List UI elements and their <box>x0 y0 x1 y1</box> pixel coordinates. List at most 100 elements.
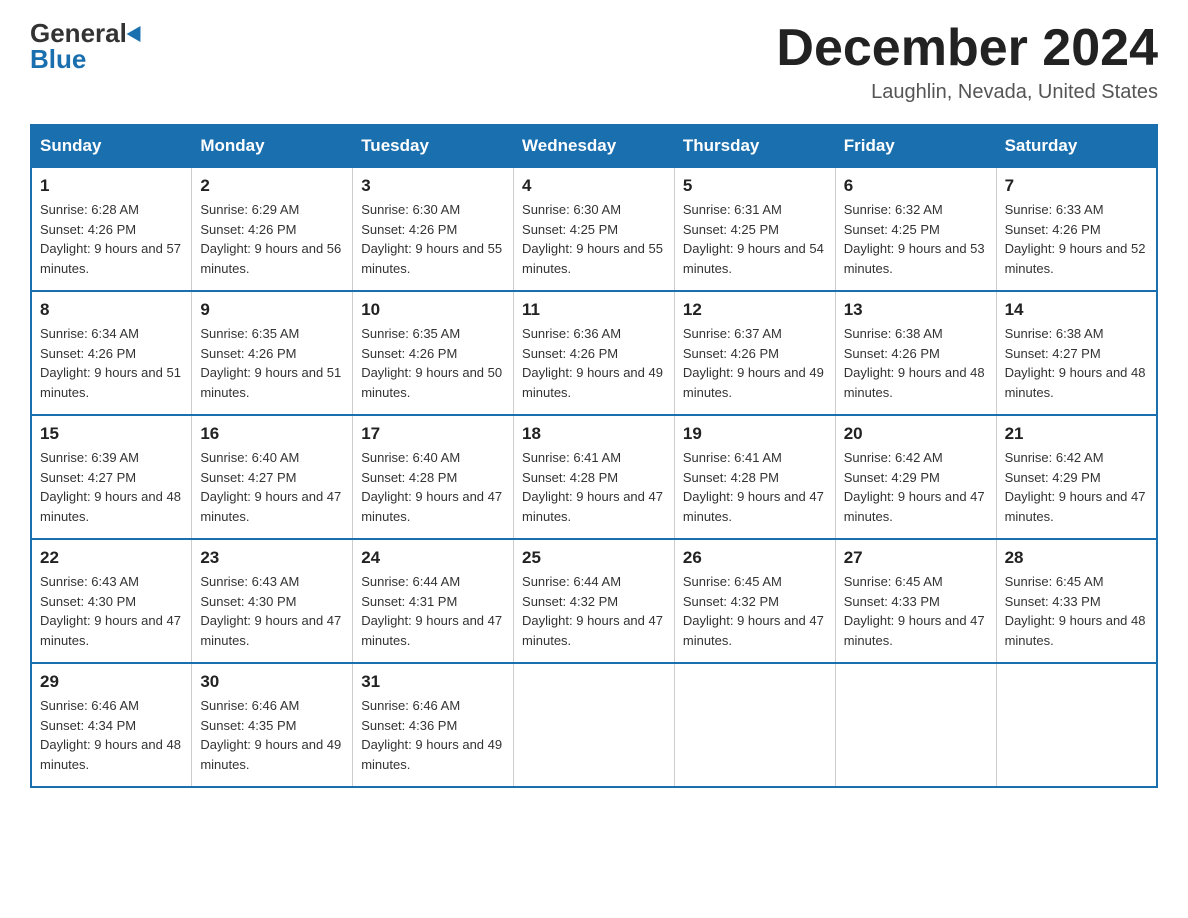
logo-triangle-icon <box>126 22 147 42</box>
calendar-week-row: 29 Sunrise: 6:46 AMSunset: 4:34 PMDaylig… <box>31 663 1157 787</box>
logo-blue: Blue <box>30 46 86 72</box>
day-info: Sunrise: 6:31 AMSunset: 4:25 PMDaylight:… <box>683 202 824 276</box>
day-info: Sunrise: 6:37 AMSunset: 4:26 PMDaylight:… <box>683 326 824 400</box>
day-number: 13 <box>844 300 988 320</box>
calendar-week-row: 1 Sunrise: 6:28 AMSunset: 4:26 PMDayligh… <box>31 167 1157 291</box>
day-info: Sunrise: 6:40 AMSunset: 4:27 PMDaylight:… <box>200 450 341 524</box>
calendar-week-row: 22 Sunrise: 6:43 AMSunset: 4:30 PMDaylig… <box>31 539 1157 663</box>
day-info: Sunrise: 6:34 AMSunset: 4:26 PMDaylight:… <box>40 326 181 400</box>
header-tuesday: Tuesday <box>353 125 514 167</box>
day-info: Sunrise: 6:42 AMSunset: 4:29 PMDaylight:… <box>844 450 985 524</box>
day-info: Sunrise: 6:36 AMSunset: 4:26 PMDaylight:… <box>522 326 663 400</box>
table-row: 9 Sunrise: 6:35 AMSunset: 4:26 PMDayligh… <box>192 291 353 415</box>
table-row: 22 Sunrise: 6:43 AMSunset: 4:30 PMDaylig… <box>31 539 192 663</box>
logo-general: General <box>30 20 127 46</box>
day-info: Sunrise: 6:43 AMSunset: 4:30 PMDaylight:… <box>200 574 341 648</box>
table-row: 30 Sunrise: 6:46 AMSunset: 4:35 PMDaylig… <box>192 663 353 787</box>
day-number: 4 <box>522 176 666 196</box>
day-number: 11 <box>522 300 666 320</box>
header-wednesday: Wednesday <box>514 125 675 167</box>
table-row: 24 Sunrise: 6:44 AMSunset: 4:31 PMDaylig… <box>353 539 514 663</box>
table-row: 10 Sunrise: 6:35 AMSunset: 4:26 PMDaylig… <box>353 291 514 415</box>
day-number: 25 <box>522 548 666 568</box>
day-number: 1 <box>40 176 183 196</box>
calendar-title: December 2024 <box>776 20 1158 77</box>
table-row: 11 Sunrise: 6:36 AMSunset: 4:26 PMDaylig… <box>514 291 675 415</box>
day-info: Sunrise: 6:33 AMSunset: 4:26 PMDaylight:… <box>1005 202 1146 276</box>
table-row: 14 Sunrise: 6:38 AMSunset: 4:27 PMDaylig… <box>996 291 1157 415</box>
day-number: 23 <box>200 548 344 568</box>
day-number: 29 <box>40 672 183 692</box>
calendar-week-row: 8 Sunrise: 6:34 AMSunset: 4:26 PMDayligh… <box>31 291 1157 415</box>
day-info: Sunrise: 6:41 AMSunset: 4:28 PMDaylight:… <box>683 450 824 524</box>
table-row <box>996 663 1157 787</box>
day-info: Sunrise: 6:44 AMSunset: 4:31 PMDaylight:… <box>361 574 502 648</box>
weekday-header-row: Sunday Monday Tuesday Wednesday Thursday… <box>31 125 1157 167</box>
day-number: 14 <box>1005 300 1148 320</box>
table-row: 20 Sunrise: 6:42 AMSunset: 4:29 PMDaylig… <box>835 415 996 539</box>
day-info: Sunrise: 6:32 AMSunset: 4:25 PMDaylight:… <box>844 202 985 276</box>
header-sunday: Sunday <box>31 125 192 167</box>
table-row: 21 Sunrise: 6:42 AMSunset: 4:29 PMDaylig… <box>996 415 1157 539</box>
header-friday: Friday <box>835 125 996 167</box>
title-section: December 2024 Laughlin, Nevada, United S… <box>776 20 1158 104</box>
day-number: 30 <box>200 672 344 692</box>
table-row: 15 Sunrise: 6:39 AMSunset: 4:27 PMDaylig… <box>31 415 192 539</box>
day-number: 16 <box>200 424 344 444</box>
day-info: Sunrise: 6:42 AMSunset: 4:29 PMDaylight:… <box>1005 450 1146 524</box>
day-info: Sunrise: 6:39 AMSunset: 4:27 PMDaylight:… <box>40 450 181 524</box>
calendar-subtitle: Laughlin, Nevada, United States <box>776 81 1158 104</box>
table-row: 12 Sunrise: 6:37 AMSunset: 4:26 PMDaylig… <box>674 291 835 415</box>
table-row: 8 Sunrise: 6:34 AMSunset: 4:26 PMDayligh… <box>31 291 192 415</box>
table-row: 13 Sunrise: 6:38 AMSunset: 4:26 PMDaylig… <box>835 291 996 415</box>
table-row: 17 Sunrise: 6:40 AMSunset: 4:28 PMDaylig… <box>353 415 514 539</box>
day-info: Sunrise: 6:35 AMSunset: 4:26 PMDaylight:… <box>361 326 502 400</box>
table-row: 31 Sunrise: 6:46 AMSunset: 4:36 PMDaylig… <box>353 663 514 787</box>
day-number: 24 <box>361 548 505 568</box>
day-info: Sunrise: 6:28 AMSunset: 4:26 PMDaylight:… <box>40 202 181 276</box>
day-number: 19 <box>683 424 827 444</box>
table-row: 27 Sunrise: 6:45 AMSunset: 4:33 PMDaylig… <box>835 539 996 663</box>
table-row: 7 Sunrise: 6:33 AMSunset: 4:26 PMDayligh… <box>996 167 1157 291</box>
day-number: 28 <box>1005 548 1148 568</box>
day-info: Sunrise: 6:46 AMSunset: 4:35 PMDaylight:… <box>200 698 341 772</box>
table-row: 5 Sunrise: 6:31 AMSunset: 4:25 PMDayligh… <box>674 167 835 291</box>
table-row: 23 Sunrise: 6:43 AMSunset: 4:30 PMDaylig… <box>192 539 353 663</box>
day-info: Sunrise: 6:46 AMSunset: 4:34 PMDaylight:… <box>40 698 181 772</box>
header-thursday: Thursday <box>674 125 835 167</box>
table-row: 16 Sunrise: 6:40 AMSunset: 4:27 PMDaylig… <box>192 415 353 539</box>
day-number: 6 <box>844 176 988 196</box>
header-saturday: Saturday <box>996 125 1157 167</box>
day-number: 7 <box>1005 176 1148 196</box>
day-number: 5 <box>683 176 827 196</box>
table-row <box>835 663 996 787</box>
table-row: 6 Sunrise: 6:32 AMSunset: 4:25 PMDayligh… <box>835 167 996 291</box>
day-info: Sunrise: 6:38 AMSunset: 4:26 PMDaylight:… <box>844 326 985 400</box>
table-row: 2 Sunrise: 6:29 AMSunset: 4:26 PMDayligh… <box>192 167 353 291</box>
page-header: General Blue December 2024 Laughlin, Nev… <box>30 20 1158 104</box>
day-info: Sunrise: 6:35 AMSunset: 4:26 PMDaylight:… <box>200 326 341 400</box>
day-info: Sunrise: 6:45 AMSunset: 4:32 PMDaylight:… <box>683 574 824 648</box>
table-row: 18 Sunrise: 6:41 AMSunset: 4:28 PMDaylig… <box>514 415 675 539</box>
day-info: Sunrise: 6:30 AMSunset: 4:26 PMDaylight:… <box>361 202 502 276</box>
day-number: 9 <box>200 300 344 320</box>
table-row: 29 Sunrise: 6:46 AMSunset: 4:34 PMDaylig… <box>31 663 192 787</box>
day-number: 8 <box>40 300 183 320</box>
table-row: 19 Sunrise: 6:41 AMSunset: 4:28 PMDaylig… <box>674 415 835 539</box>
day-number: 10 <box>361 300 505 320</box>
calendar-week-row: 15 Sunrise: 6:39 AMSunset: 4:27 PMDaylig… <box>31 415 1157 539</box>
day-number: 2 <box>200 176 344 196</box>
day-info: Sunrise: 6:46 AMSunset: 4:36 PMDaylight:… <box>361 698 502 772</box>
day-number: 20 <box>844 424 988 444</box>
table-row: 28 Sunrise: 6:45 AMSunset: 4:33 PMDaylig… <box>996 539 1157 663</box>
day-number: 31 <box>361 672 505 692</box>
table-row <box>674 663 835 787</box>
table-row: 1 Sunrise: 6:28 AMSunset: 4:26 PMDayligh… <box>31 167 192 291</box>
table-row: 3 Sunrise: 6:30 AMSunset: 4:26 PMDayligh… <box>353 167 514 291</box>
day-number: 12 <box>683 300 827 320</box>
day-info: Sunrise: 6:45 AMSunset: 4:33 PMDaylight:… <box>1005 574 1146 648</box>
table-row: 25 Sunrise: 6:44 AMSunset: 4:32 PMDaylig… <box>514 539 675 663</box>
header-monday: Monday <box>192 125 353 167</box>
day-number: 27 <box>844 548 988 568</box>
day-number: 21 <box>1005 424 1148 444</box>
